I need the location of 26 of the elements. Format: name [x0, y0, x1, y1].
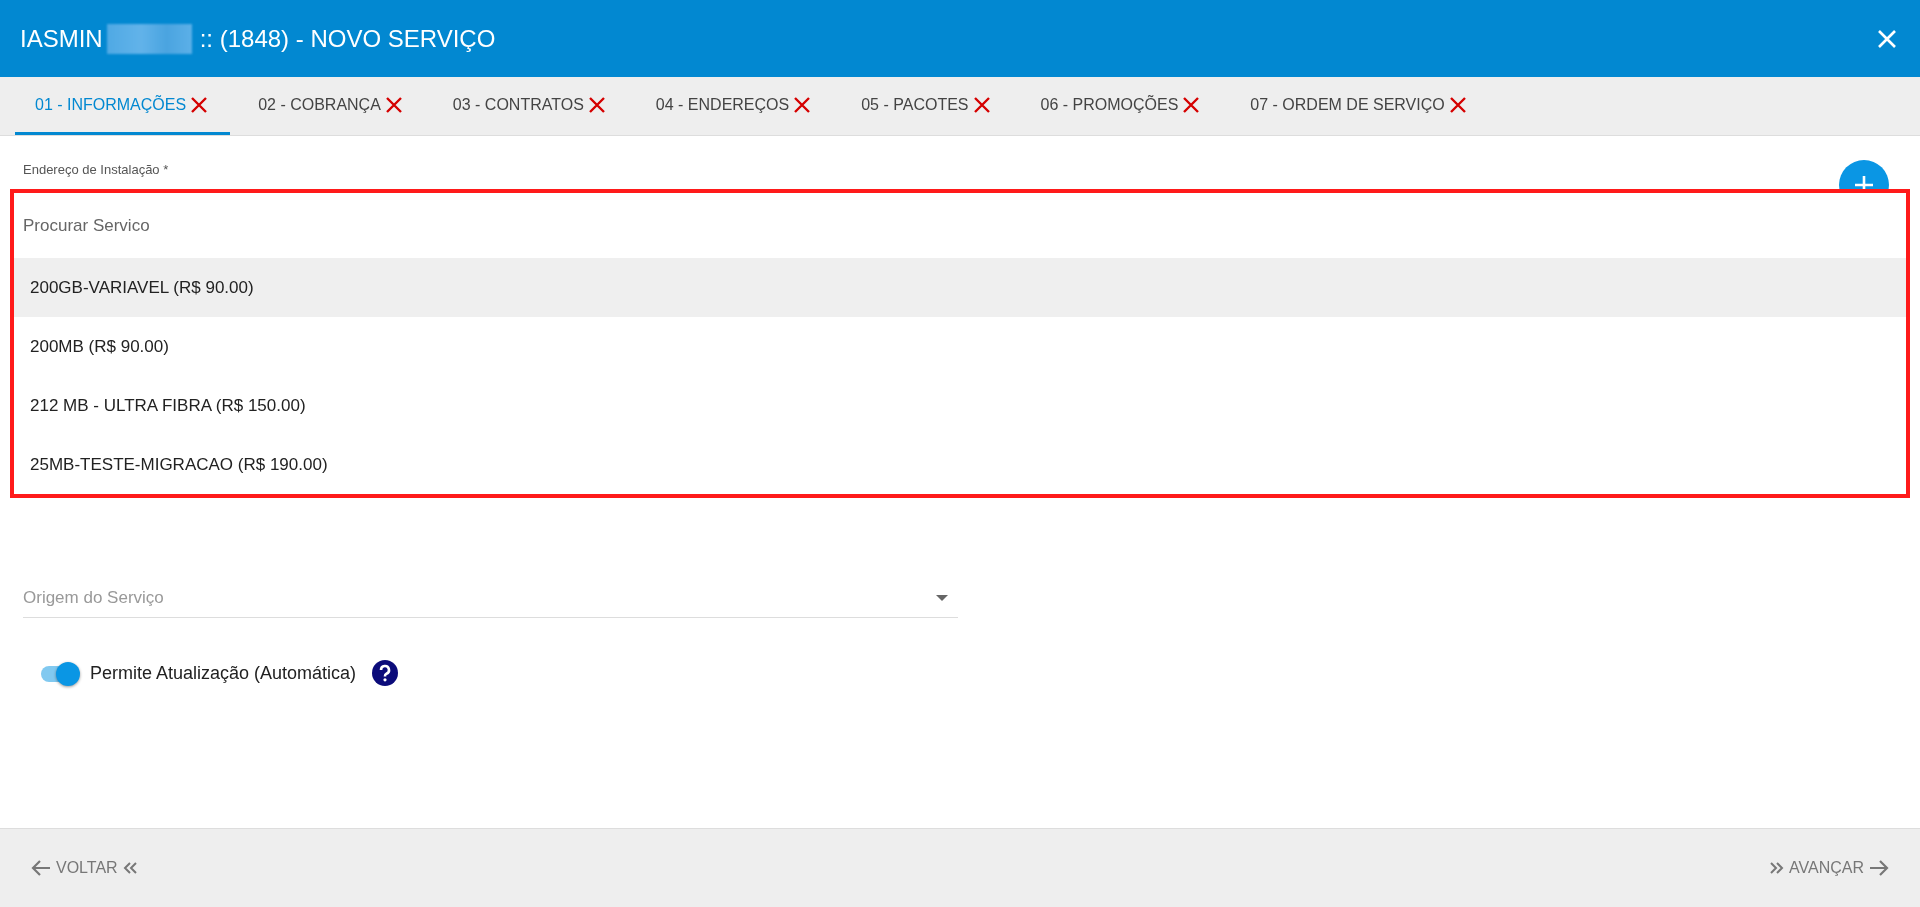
search-field[interactable]: Procurar Servico: [14, 193, 1906, 258]
tab[interactable]: 06 - PROMOÇÕES: [1020, 77, 1223, 135]
arrow-right-icon: [1868, 858, 1890, 878]
next-button[interactable]: AVANÇAR: [1769, 854, 1890, 882]
close-icon: [1876, 27, 1898, 50]
double-chevron-left-icon: [121, 861, 138, 875]
toggle-switch[interactable]: [40, 660, 82, 686]
window-title: IASMIN: [20, 24, 103, 53]
tab[interactable]: 02 - COBRANÇA: [238, 77, 425, 135]
arrow-left-icon: [30, 858, 52, 878]
toggle-label: Permite Atualização (Automática): [90, 662, 357, 684]
window-title: :: (1848) - NOVO SERVIÇO: [199, 24, 496, 53]
help-icon[interactable]: [372, 660, 399, 686]
close-button[interactable]: [1876, 27, 1898, 50]
double-chevron-right-icon: [1769, 861, 1785, 875]
tab[interactable]: 05 - PACOTES: [841, 77, 1013, 135]
dropdown-option[interactable]: 212 MB - ULTRA FIBRA (R$ 150.00): [14, 376, 1906, 435]
dropdown-option[interactable]: 200GB-VARIAVEL (R$ 90.00): [14, 258, 1906, 317]
tab[interactable]: 03 - CONTRATOS: [432, 77, 628, 135]
tab[interactable]: 04 - ENDEREÇOS: [635, 77, 834, 135]
dropdown-option[interactable]: 200MB (R$ 90.00): [14, 317, 1906, 376]
field-label: Endereço de Instalação *: [23, 162, 169, 177]
dropdown-caret-icon: [936, 594, 948, 601]
back-button[interactable]: VOLTAR: [30, 854, 138, 882]
dropdown-option[interactable]: 25MB-TESTE-MIGRACAO (R$ 190.00): [14, 435, 1906, 494]
tab[interactable]: 07 - ORDEM DE SERVIÇO: [1230, 77, 1489, 135]
